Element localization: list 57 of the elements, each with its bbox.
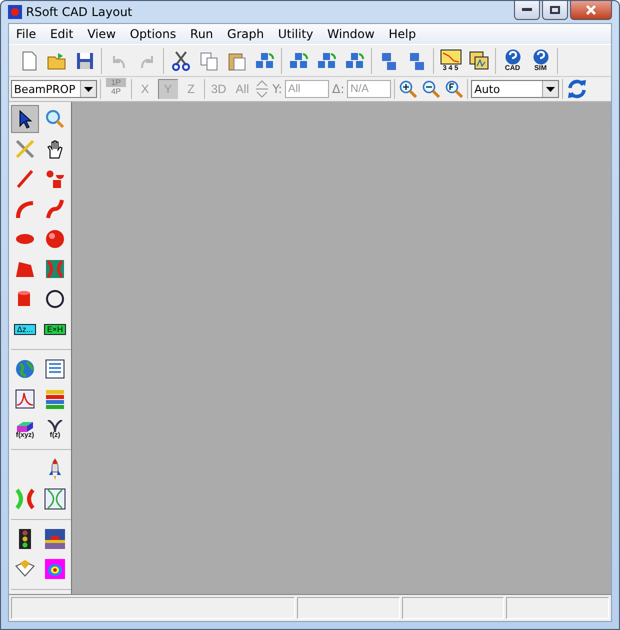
zoom-out-icon[interactable]: [421, 79, 442, 99]
menu-item[interactable]: Options: [122, 27, 184, 41]
spin-arrows-icon: [255, 79, 270, 99]
minimize-button[interactable]: [514, 1, 540, 20]
help-icon: [530, 49, 550, 65]
tool-button[interactable]: Δz...: [11, 315, 39, 343]
globe-icon: [14, 358, 36, 380]
ring-icon: [44, 288, 66, 310]
maximize-button[interactable]: [542, 1, 568, 20]
menu-item[interactable]: Help: [382, 27, 423, 41]
caret-icon: [84, 86, 93, 92]
menu-item[interactable]: File: [9, 27, 44, 41]
zoom-fit-icon[interactable]: [444, 79, 464, 99]
document-lines-icon: [44, 358, 66, 380]
stacked-windows-icon: [468, 50, 490, 72]
delta-label: Δ:: [332, 82, 344, 96]
minimize-icon: [522, 8, 532, 12]
wrench-pencil-icon: [14, 138, 36, 160]
menu-item[interactable]: Window: [320, 27, 382, 41]
coupler-icon: [44, 258, 66, 280]
caret-icon: [546, 86, 556, 92]
fiber-icon: [44, 488, 66, 510]
block-icon: [15, 420, 35, 432]
coupler-icon: [14, 488, 36, 510]
view-mode-button[interactable]: 1P 4P: [104, 78, 128, 100]
close-button[interactable]: [570, 1, 612, 20]
tool-button[interactable]: E×H: [41, 315, 69, 343]
substrate-icon: [44, 528, 66, 550]
menu-item[interactable]: Run: [183, 27, 220, 41]
chart-icon: [440, 49, 462, 65]
zoom-in-icon[interactable]: [398, 79, 418, 99]
app-icon: [8, 5, 22, 19]
arc-icon: [14, 198, 36, 220]
help-icon: [502, 49, 522, 65]
close-icon: [586, 5, 596, 15]
window-title: RSoft CAD Layout: [26, 5, 132, 19]
menu-item[interactable]: Graph: [220, 27, 271, 41]
layers-icon: [44, 388, 66, 410]
plot-icon: [14, 388, 36, 410]
y-label: Y:: [272, 82, 282, 96]
refresh-icon[interactable]: [566, 78, 588, 100]
zoom-dropdown[interactable]: Auto: [471, 80, 560, 98]
line-icon: [14, 168, 36, 190]
program-dropdown[interactable]: BeamPROP: [11, 80, 97, 98]
magnifier-icon: [44, 108, 66, 130]
s-curve-icon: [44, 198, 66, 220]
menu-item[interactable]: Utility: [270, 27, 320, 41]
menu-item[interactable]: View: [80, 27, 123, 41]
mode-profile-icon: [44, 558, 66, 580]
copy-pages-icon: [198, 50, 220, 72]
scissors-icon: [170, 50, 192, 72]
shapes-icon: [44, 168, 66, 190]
menu-item[interactable]: Edit: [43, 27, 80, 41]
branch-icon: [45, 420, 65, 432]
maximize-icon: [550, 6, 560, 14]
sphere-icon: [44, 228, 66, 250]
tool-button[interactable]: [11, 105, 39, 133]
